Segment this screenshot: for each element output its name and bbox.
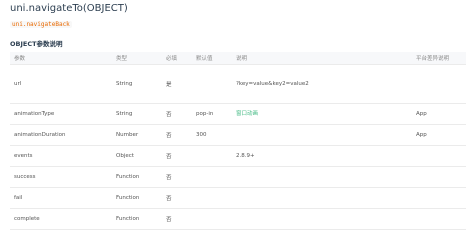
- cell-platform: [412, 64, 466, 104]
- table-row: fail Function 否: [10, 187, 466, 209]
- cell-note: [232, 187, 412, 209]
- table-header-row: 参数 类型 必填 默认值 说明 平台差异说明: [10, 52, 466, 65]
- doc-page: uni.navigateTo(OBJECT) uni.navigateBack …: [0, 0, 474, 249]
- header-param: 参数: [10, 52, 112, 65]
- cell-type: String: [112, 103, 162, 125]
- cell-platform: [412, 208, 466, 230]
- header-default: 默认值: [192, 52, 232, 65]
- cell-type: Function: [112, 187, 162, 209]
- cell-default: 300: [192, 124, 232, 146]
- cell-default: [192, 145, 232, 167]
- table-row: animationDuration Number 否 300 App: [10, 124, 466, 146]
- cell-required: 否: [162, 166, 192, 188]
- cell-note: [232, 208, 412, 230]
- cell-default: [192, 187, 232, 209]
- header-note: 说明: [232, 52, 412, 65]
- cell-required: 否: [162, 124, 192, 146]
- params-table: 参数 类型 必填 默认值 说明 平台差异说明 url String 是 ?key…: [10, 52, 466, 230]
- table-row: animationType String 否 pop-in 窗口动画 App: [10, 103, 466, 125]
- cell-note: ?key=value&key2=value2: [232, 64, 412, 104]
- cell-note: [232, 166, 412, 188]
- cell-note: [232, 124, 412, 146]
- table-row: events Object 否 2.8.9+: [10, 145, 466, 167]
- cell-platform: [412, 187, 466, 209]
- cell-param: url: [10, 64, 112, 104]
- page-description: uni.navigateBack: [10, 21, 72, 28]
- header-required: 必填: [162, 52, 192, 65]
- cell-param: fail: [10, 187, 112, 209]
- cell-platform: [412, 145, 466, 167]
- cell-required: 是: [162, 64, 192, 104]
- cell-required: 否: [162, 187, 192, 209]
- cell-type: Function: [112, 166, 162, 188]
- cell-required: 否: [162, 208, 192, 230]
- page-title: uni.navigateTo(OBJECT): [10, 3, 128, 14]
- table-row: url String 是 ?key=value&key2=value2: [10, 64, 466, 104]
- cell-required: 否: [162, 103, 192, 125]
- cell-type: Function: [112, 208, 162, 230]
- cell-default: pop-in: [192, 103, 232, 125]
- cell-type: String: [112, 64, 162, 104]
- cell-required: 否: [162, 145, 192, 167]
- cell-param: complete: [10, 208, 112, 230]
- cell-default: [192, 64, 232, 104]
- note-link-window-animation[interactable]: 窗口动画: [236, 111, 258, 117]
- header-type: 类型: [112, 52, 162, 65]
- cell-platform: [412, 166, 466, 188]
- cell-note: 窗口动画: [232, 103, 412, 125]
- cell-default: [192, 166, 232, 188]
- table-row: complete Function 否: [10, 208, 466, 230]
- cell-param: success: [10, 166, 112, 188]
- cell-param: animationType: [10, 103, 112, 125]
- cell-note: 2.8.9+: [232, 145, 412, 167]
- table-row: success Function 否: [10, 166, 466, 188]
- cell-default: [192, 208, 232, 230]
- cell-type: Number: [112, 124, 162, 146]
- section-title: OBJECT参数说明: [10, 40, 63, 48]
- cell-type: Object: [112, 145, 162, 167]
- cell-platform: App: [412, 124, 466, 146]
- inline-code-navigateback[interactable]: uni.navigateBack: [10, 21, 72, 28]
- cell-platform: App: [412, 103, 466, 125]
- cell-param: events: [10, 145, 112, 167]
- note-line: ?key=value&key2=value2: [236, 80, 309, 87]
- cell-param: animationDuration: [10, 124, 112, 146]
- header-platform: 平台差异说明: [412, 52, 466, 65]
